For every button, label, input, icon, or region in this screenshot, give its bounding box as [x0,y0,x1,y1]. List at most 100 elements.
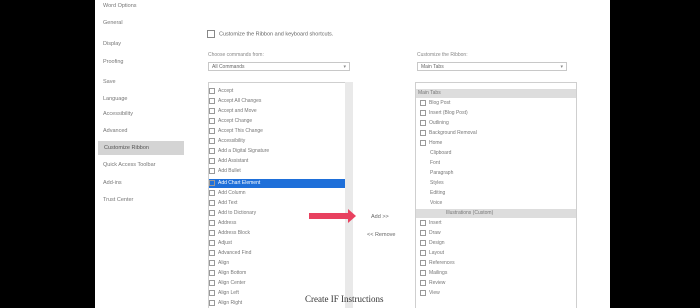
list-item[interactable]: Adjust [209,239,346,248]
commands-scrollbar[interactable] [345,82,353,308]
checkbox-icon [420,109,426,116]
command-icon [209,209,215,216]
checkbox-icon [420,259,426,266]
command-icon [209,229,215,236]
checkbox-icon [420,219,426,226]
checkbox-icon [420,249,426,256]
list-item[interactable]: Address [209,219,346,228]
tree-item[interactable]: Styles [416,179,444,188]
checkbox-icon [420,239,426,246]
tree-item[interactable]: Mailings [416,269,447,278]
checkbox-icon [420,269,426,276]
command-icon [209,157,215,164]
command-icon [209,107,215,114]
customize-ribbon-select[interactable]: Main Tabs ▾ [417,62,567,71]
choose-commands-select[interactable]: All Commands ▾ [208,62,350,71]
list-item[interactable]: Add Bullet [209,167,346,176]
add-button[interactable]: Add >> [371,214,389,220]
checkbox-icon [420,129,426,136]
sidebar-item-language[interactable]: Language [103,96,127,102]
command-icon [209,199,215,206]
list-item[interactable]: Accessibility [209,137,346,146]
checkbox-icon [420,99,426,106]
window-title: Word Options [103,3,137,9]
sidebar-item-advanced[interactable]: Advanced [103,128,127,134]
choose-commands-label: Choose commands from: [208,52,264,58]
tree-item[interactable]: Clipboard [416,149,451,158]
sidebar-item-customize-ribbon[interactable]: Customize Ribbon [98,141,184,155]
list-item[interactable]: Align [209,259,346,268]
checkbox-icon [420,119,426,126]
sidebar-item-trust-center[interactable]: Trust Center [103,197,133,203]
list-item[interactable]: Accept Change [209,117,346,126]
list-item[interactable]: Align Bottom [209,269,346,278]
list-item[interactable]: Accept This Change [209,127,346,136]
tree-item[interactable]: Insert [416,219,442,228]
tree-item[interactable]: Paragraph [416,169,453,178]
tree-item[interactable]: View [416,289,440,298]
sidebar-item-save[interactable]: Save [103,79,116,85]
sidebar-item-display[interactable]: Display [103,41,121,47]
checkbox-icon [420,139,426,146]
pointer-arrow-icon [309,209,356,223]
tree-item[interactable]: References [416,259,455,268]
tree-item[interactable]: Main Tabs [416,89,576,98]
checkbox-icon [420,289,426,296]
command-icon [209,259,215,266]
command-icon [209,167,215,174]
tree-item[interactable]: Home [416,139,442,148]
sidebar-item-accessibility[interactable]: Accessibility [103,111,133,117]
command-icon [209,269,215,276]
tree-item[interactable]: Font [416,159,440,168]
command-icon [209,97,215,104]
command-icon [209,87,215,94]
command-icon [209,189,215,196]
list-item[interactable]: Add Column [209,189,346,198]
command-icon [209,147,215,154]
command-icon [209,279,215,286]
command-icon [209,219,215,226]
word-options-dialog: Word Options General Display Proofing Sa… [95,0,610,308]
tree-item-selected[interactable]: Illustrations (Custom) [416,209,576,218]
command-icon [209,117,215,124]
sidebar-item-quick-access-toolbar[interactable]: Quick Access Toolbar [103,162,155,168]
sidebar-item-general[interactable]: General [103,20,123,26]
tree-item[interactable]: Blog Post [416,99,450,108]
commands-list[interactable]: Accept Accept All Changes Accept and Mov… [208,82,347,308]
list-item[interactable]: Address Block [209,229,346,238]
tree-item[interactable]: Design [416,239,445,248]
caption: Create IF Instructions [305,294,384,304]
list-item[interactable]: Add a Digital Signature [209,147,346,156]
list-item[interactable]: Accept All Changes [209,97,346,106]
tree-item[interactable]: Layout [416,249,444,258]
tree-item[interactable]: Voice [416,199,442,208]
tree-item[interactable]: Outlining [416,119,449,128]
tree-item[interactable]: Background Removal [416,129,477,138]
options-sidebar: General Display Proofing Save Language A… [95,16,187,308]
ribbon-tabs-tree[interactable]: Main Tabs Blog Post Insert (Blog Post) O… [415,82,577,308]
list-item[interactable]: Accept and Move [209,107,346,116]
page-heading-text: Customize the Ribbon and keyboard shortc… [219,31,334,38]
command-icon [209,239,215,246]
sidebar-item-add-ins[interactable]: Add-ins [103,180,122,186]
chevron-down-icon: ▾ [560,64,563,70]
list-item[interactable]: Add Assistant [209,157,346,166]
tree-item[interactable]: Insert (Blog Post) [416,109,468,118]
choose-commands-value: All Commands [212,64,245,70]
tree-item[interactable]: Review [416,279,445,288]
list-item[interactable]: Add Text [209,199,346,208]
command-icon [209,299,215,306]
remove-button[interactable]: << Remove [367,232,395,238]
chevron-down-icon: ▾ [343,64,346,70]
list-item[interactable]: Accept [209,87,346,96]
ribbon-icon [207,30,215,38]
command-icon [209,179,215,186]
tree-item[interactable]: Draw [416,229,441,238]
list-item-selected[interactable]: Add Chart Element [209,179,346,188]
list-item[interactable]: Align Center [209,279,346,288]
tree-item[interactable]: Editing [416,189,445,198]
checkbox-icon [420,279,426,286]
sidebar-item-proofing[interactable]: Proofing [103,59,124,65]
command-icon [209,249,215,256]
list-item[interactable]: Advanced Find [209,249,346,258]
